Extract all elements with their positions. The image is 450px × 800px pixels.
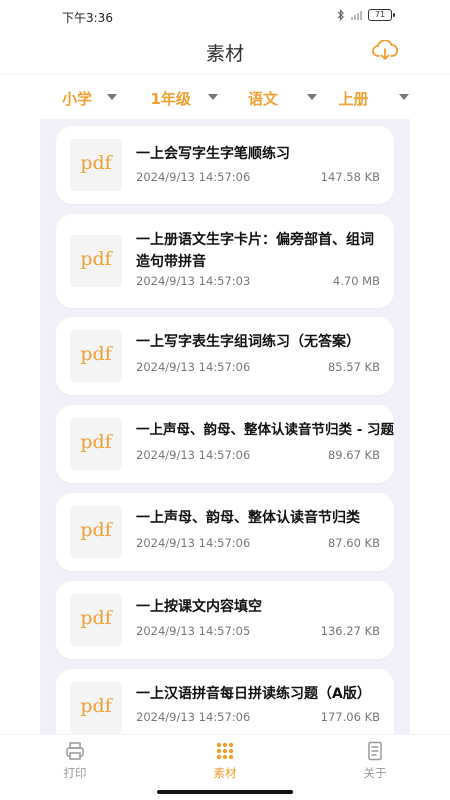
file-title: 一上会写字生字笔顺练习: [136, 146, 290, 162]
pdf-thumbnail-icon: pdf: [70, 506, 122, 558]
file-size: 177.06 KB: [320, 710, 380, 724]
file-size: 136.27 KB: [320, 624, 380, 638]
file-time: 2024/9/13 14:57:03: [136, 274, 251, 288]
tab-materials[interactable]: 素材: [150, 735, 300, 785]
status-bar: 下午3:36 71: [0, 0, 450, 30]
battery-icon: 71: [368, 9, 395, 21]
pdf-thumbnail-icon: pdf: [70, 139, 122, 191]
filter-school-level[interactable]: 小学: [0, 75, 117, 119]
file-size: 89.67 KB: [327, 448, 380, 462]
file-title: 一上声母、韵母、整体认读音节归类: [136, 510, 360, 526]
file-title: 一上写字表生字组词练习（无答案）: [136, 334, 360, 350]
file-time: 2024/9/13 14:57:06: [136, 360, 251, 374]
document-icon: [368, 741, 382, 761]
printer-icon: [66, 742, 84, 760]
tab-about[interactable]: 关于: [300, 735, 450, 785]
chevron-down-icon: [207, 94, 218, 100]
file-time: 2024/9/13 14:57:06: [136, 448, 251, 462]
grid-icon: [216, 742, 234, 760]
pdf-thumbnail-icon: pdf: [70, 330, 122, 382]
file-card[interactable]: pdf 一上按课文内容填空 2024/9/13 14:57:05 136.27 …: [56, 581, 394, 659]
file-title: 一上汉语拼音每日拼读练习题（A版）: [136, 686, 371, 702]
file-size: 85.57 KB: [327, 360, 380, 374]
file-card[interactable]: pdf 一上声母、韵母、整体认读音节归类 2024/9/13 14:57:06 …: [56, 493, 394, 571]
filter-grade[interactable]: 1年级: [113, 75, 226, 119]
file-size: 87.60 KB: [327, 536, 380, 550]
file-time: 2024/9/13 14:57:06: [136, 536, 251, 550]
cloud-download-button[interactable]: [372, 39, 399, 62]
chevron-down-icon: [307, 94, 317, 100]
cloud-download-icon: [372, 39, 399, 60]
file-card[interactable]: pdf 一上声母、韵母、整体认读音节归类 - 习题 2024/9/13 14:5…: [56, 405, 394, 483]
tab-print[interactable]: 打印: [0, 735, 150, 785]
pdf-thumbnail-icon: pdf: [70, 594, 122, 646]
file-card[interactable]: pdf 一上汉语拼音每日拼读练习题（A版） 2024/9/13 14:57:06…: [56, 669, 394, 734]
filter-volume[interactable]: 上册: [338, 75, 450, 119]
status-time: 下午3:36: [62, 11, 113, 25]
filter-label: 上册: [338, 90, 369, 108]
pdf-thumbnail-icon: pdf: [70, 235, 122, 287]
tab-label: 素材: [213, 766, 237, 780]
bluetooth-icon: [337, 9, 344, 21]
file-card[interactable]: pdf 一上会写字生字笔顺练习 2024/9/13 14:57:06 147.5…: [56, 126, 394, 204]
header: 素材: [0, 30, 450, 75]
file-size: 147.58 KB: [320, 170, 380, 184]
status-icons: 71: [337, 9, 395, 21]
file-time: 2024/9/13 14:57:06: [136, 170, 251, 184]
file-time: 2024/9/13 14:57:06: [136, 710, 251, 724]
filter-subject[interactable]: 语文: [225, 75, 338, 119]
tab-label: 打印: [63, 766, 87, 780]
file-card[interactable]: pdf 一上册语文生字卡片：偏旁部首、组词造句带拼音 2024/9/13 14:…: [56, 214, 394, 308]
file-card[interactable]: pdf 一上写字表生字组词练习（无答案） 2024/9/13 14:57:06 …: [56, 317, 394, 395]
file-title: 一上册语文生字卡片：偏旁部首、组词造句带拼音: [136, 232, 374, 270]
tab-label: 关于: [363, 766, 387, 780]
chevron-down-icon: [398, 94, 409, 100]
filter-label: 小学: [62, 90, 93, 108]
signal-icon: [351, 10, 362, 20]
file-size: 4.70 MB: [332, 274, 380, 288]
file-list[interactable]: pdf 一上会写字生字笔顺练习 2024/9/13 14:57:06 147.5…: [40, 119, 410, 734]
filter-label: 1年级: [150, 90, 191, 108]
file-title: 一上按课文内容填空: [136, 599, 262, 615]
pdf-thumbnail-icon: pdf: [70, 418, 122, 470]
filter-bar: 小学 1年级 语文 上册: [0, 75, 450, 119]
home-indicator[interactable]: [157, 790, 293, 794]
file-time: 2024/9/13 14:57:05: [136, 624, 251, 638]
file-title: 一上声母、韵母、整体认读音节归类 - 习题: [136, 422, 395, 438]
pdf-thumbnail-icon: pdf: [70, 682, 122, 734]
filter-label: 语文: [248, 90, 279, 108]
tab-bar: 打印 素材 关于: [0, 734, 450, 785]
